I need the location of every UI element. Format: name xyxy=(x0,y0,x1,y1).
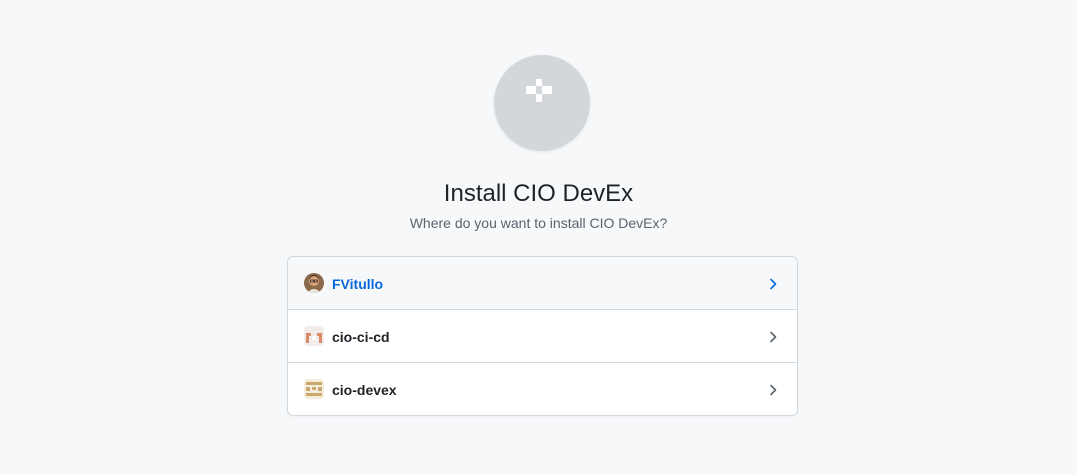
org-identicon-orange xyxy=(304,326,324,346)
account-row-cio-ci-cd[interactable]: cio-ci-cd xyxy=(288,309,797,362)
chevron-right-icon xyxy=(770,331,777,343)
install-app-page: Install CIO DevEx Where do you want to i… xyxy=(0,0,1077,475)
page-subtitle: Where do you want to install CIO DevEx? xyxy=(409,215,668,231)
account-row-fvitullo[interactable]: FVitullo xyxy=(288,257,797,309)
page-title: Install CIO DevEx xyxy=(443,180,634,207)
chevron-right-icon xyxy=(770,384,777,396)
account-row-cio-devex[interactable]: cio-devex xyxy=(288,362,797,415)
user-avatar xyxy=(304,273,324,293)
account-list: FVitullo cio-ci-cd cio-devex xyxy=(287,256,798,416)
account-name: cio-devex xyxy=(332,382,397,398)
org-identicon-tan xyxy=(304,379,324,399)
app-logo xyxy=(494,55,590,151)
account-name: FVitullo xyxy=(332,276,384,292)
account-name: cio-ci-cd xyxy=(332,329,390,345)
chevron-right-icon xyxy=(770,278,777,290)
app-identicon-icon xyxy=(526,79,552,102)
